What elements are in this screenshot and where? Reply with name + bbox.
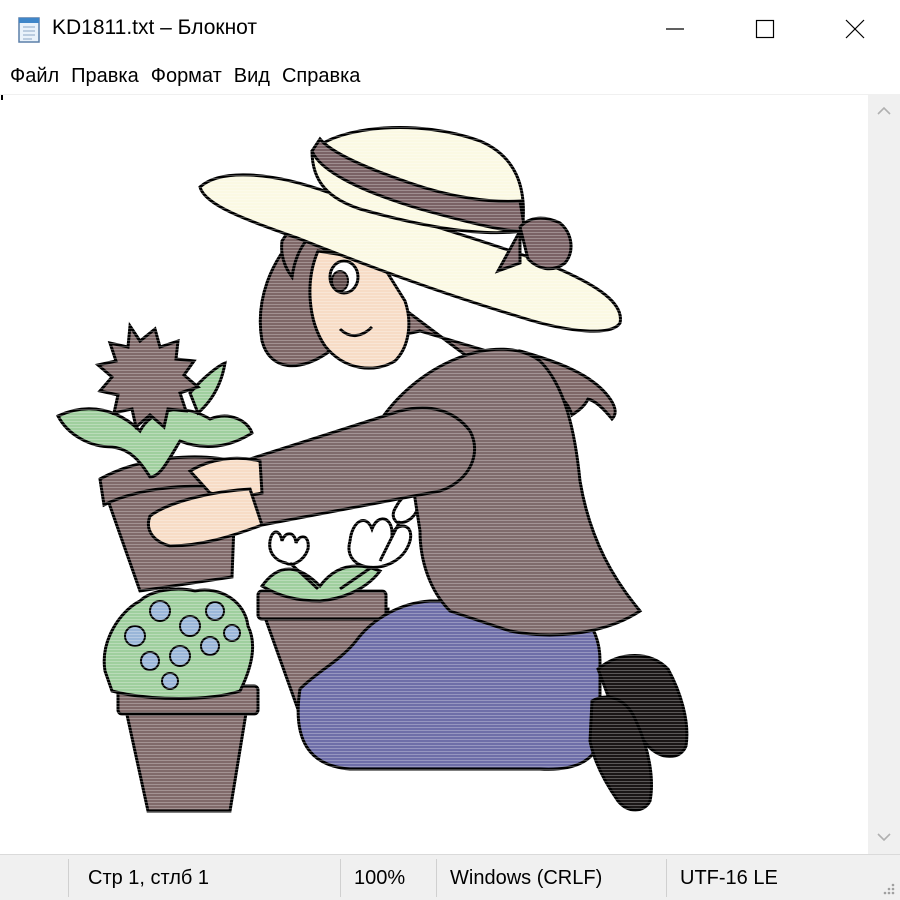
blue-flower <box>124 625 146 647</box>
status-line-endings: Windows (CRLF) <box>450 867 603 889</box>
text-edit-area[interactable] <box>0 94 868 854</box>
minimize-button[interactable] <box>630 0 720 58</box>
close-button[interactable] <box>810 0 900 58</box>
menu-bar: Файл Правка Формат Вид Справка <box>0 58 900 94</box>
pupil <box>331 270 349 292</box>
chevron-up-icon <box>877 106 891 115</box>
held-plant-flower <box>94 321 201 430</box>
gardener-girl-picture <box>55 126 689 813</box>
menu-edit[interactable]: Правка <box>65 58 145 94</box>
maximize-button[interactable] <box>720 0 810 58</box>
status-bar: Стр 1, стлб 1 100% Windows (CRLF) UTF-16… <box>0 854 900 900</box>
resize-grip-icon[interactable] <box>880 880 896 896</box>
maximize-icon <box>755 19 775 39</box>
blue-flower <box>205 601 225 621</box>
chevron-down-icon <box>877 833 891 842</box>
notepad-icon <box>18 17 40 43</box>
close-icon <box>845 19 865 39</box>
notepad-window: KD1811.txt – Блокнот Файл Правка Формат … <box>0 0 900 900</box>
minimize-icon <box>666 28 684 30</box>
scroll-down-button[interactable] <box>868 820 900 854</box>
menu-help[interactable]: Справка <box>276 58 366 94</box>
blue-flower <box>149 600 171 622</box>
blue-flower <box>161 672 179 690</box>
status-separator <box>666 859 667 897</box>
vertical-scrollbar[interactable] <box>868 94 900 854</box>
blue-flower <box>179 615 201 637</box>
text-caret <box>1 95 3 100</box>
blue-flower <box>140 651 160 671</box>
window-title: KD1811.txt – Блокнот <box>52 16 258 39</box>
menu-format[interactable]: Формат <box>145 58 228 94</box>
title-bar[interactable]: KD1811.txt – Блокнот <box>0 0 900 58</box>
status-encoding: UTF-16 LE <box>680 867 778 889</box>
menu-file[interactable]: Файл <box>4 58 65 94</box>
menu-view[interactable]: Вид <box>228 58 276 94</box>
scroll-up-button[interactable] <box>868 94 900 128</box>
pot-front <box>122 699 250 813</box>
status-separator <box>340 859 341 897</box>
blue-flower <box>223 624 241 642</box>
blue-flower <box>169 645 191 667</box>
blue-flower <box>200 636 220 656</box>
status-position: Стр 1, стлб 1 <box>88 867 210 889</box>
tulip-left <box>268 530 310 566</box>
status-separator <box>436 859 437 897</box>
status-zoom: 100% <box>354 867 406 889</box>
status-separator <box>68 859 69 897</box>
